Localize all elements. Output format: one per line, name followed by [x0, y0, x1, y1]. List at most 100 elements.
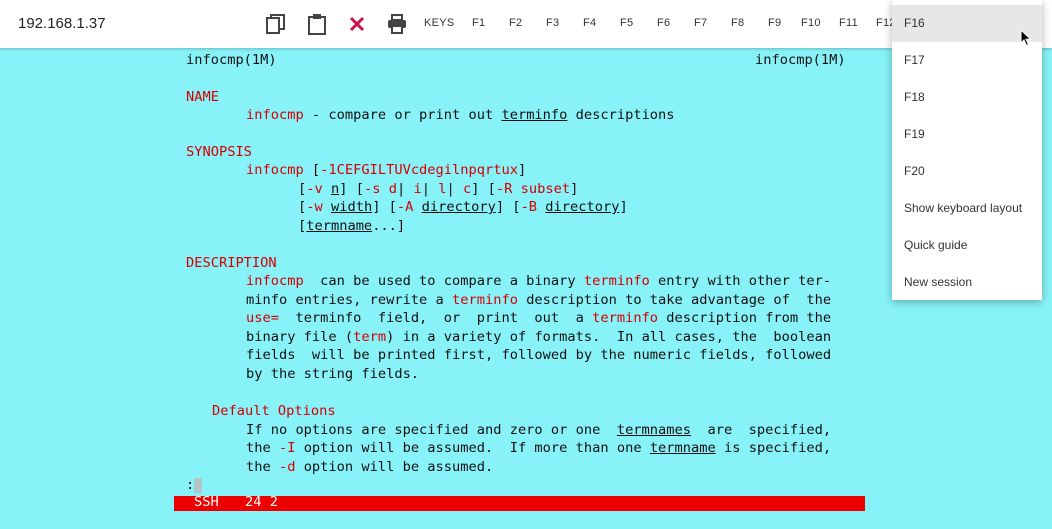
menu-item-f17[interactable]: F17: [892, 42, 1042, 79]
syn3-arg-width: width: [330, 199, 373, 215]
status-protocol: SSH: [194, 494, 219, 510]
f1-key[interactable]: F1: [472, 17, 485, 29]
desc-use: use=: [246, 310, 279, 326]
syn3-flag-A: -A: [396, 199, 414, 215]
opt-text: is specified,: [715, 440, 832, 456]
opt-termname: termname: [649, 440, 716, 456]
syn2-seg: [: [298, 181, 307, 197]
f7-key[interactable]: F7: [694, 17, 707, 29]
opt-text: are specified,: [691, 422, 832, 438]
f3-key[interactable]: F3: [546, 17, 559, 29]
menu-item-f20[interactable]: F20: [892, 153, 1042, 190]
description-heading: DESCRIPTION: [186, 255, 277, 271]
desc-command: infocmp: [246, 273, 304, 289]
desc-text: description to take advantage of the: [517, 292, 832, 308]
description-line-3: use= terminfo field, or print out a term…: [246, 309, 831, 327]
man-header-left: infocmp(1M): [186, 52, 277, 68]
name-text-end: descriptions: [567, 107, 675, 123]
syn1-options: -1CEFGILTUVcdegilnpqrtux: [320, 162, 518, 178]
syn2-flag-s: -s: [363, 181, 381, 197]
syn2-flag-v: -v: [306, 181, 323, 197]
description-line-4: binary file (term) in a variety of forma…: [246, 328, 831, 346]
syn1-close: ]: [517, 162, 527, 178]
synopsis-line-1: infocmp [-1CEFGILTUVcdegilnpqrtux]: [246, 161, 526, 179]
name-heading: NAME: [186, 89, 219, 105]
opt-text: If no options are specified and zero or …: [246, 422, 617, 438]
syn4-seg: ...]: [372, 218, 406, 234]
f2-key[interactable]: F2: [509, 17, 522, 29]
synopsis-line-2: [-v n] [-s d| i| l| c] [-R subset]: [298, 180, 578, 198]
menu-item-show-keyboard-layout[interactable]: Show keyboard layout: [892, 190, 1042, 227]
host-address: 192.168.1.37: [18, 15, 106, 32]
desc-text: ) in a variety of formats. In all cases,…: [386, 329, 832, 345]
mouse-pointer-icon: [1020, 29, 1032, 47]
print-icon[interactable]: [386, 13, 408, 35]
options-line-1: If no options are specified and zero or …: [246, 421, 831, 439]
opt-flag-d: -d: [278, 459, 296, 475]
menu-item-quick-guide[interactable]: Quick guide: [892, 227, 1042, 264]
description-line-6: by the string fields.: [246, 366, 420, 382]
prompt-colon: :: [186, 477, 195, 493]
syn2-opt-i: i: [413, 181, 422, 197]
syn3-flag-w: -w: [306, 199, 323, 215]
f11-key[interactable]: F11: [839, 17, 858, 29]
f8-key[interactable]: F8: [731, 17, 744, 29]
syn3-seg: ] [: [495, 199, 521, 215]
clipboard-icon[interactable]: [306, 13, 328, 35]
menu-item-f19[interactable]: F19: [892, 116, 1042, 153]
syn3-seg: ]: [619, 199, 628, 215]
status-dimensions: 24 2: [245, 494, 278, 510]
syn2-opt-c: c: [462, 181, 472, 197]
f5-key[interactable]: F5: [620, 17, 633, 29]
syn3-seg: [: [298, 199, 307, 215]
opt-text: the: [246, 440, 279, 456]
syn2-arg-subset: subset: [520, 181, 571, 197]
syn2-flag-R: -R: [495, 181, 513, 197]
menu-item-f18[interactable]: F18: [892, 79, 1042, 116]
options-line-2: the -I option will be assumed. If more t…: [246, 439, 831, 457]
syn2-arg-n: n: [330, 181, 340, 197]
name-text: - compare or print out: [303, 107, 502, 123]
desc-text: binary file (: [246, 329, 354, 345]
synopsis-command: infocmp: [246, 162, 304, 178]
syn2-pipe: |: [396, 181, 406, 197]
f10-key[interactable]: F10: [801, 17, 821, 29]
syn2-seg: ]: [570, 181, 579, 197]
synopsis-line-3: [-w width] [-A directory] [-B directory]: [298, 198, 628, 216]
syn1-open: [: [303, 162, 321, 178]
desc-text: description from the: [658, 310, 832, 326]
default-options-heading: Default Options: [212, 403, 336, 419]
f4-key[interactable]: F4: [583, 17, 596, 29]
desc-text: can be used to compare a binary: [303, 273, 584, 289]
terminal-screen[interactable]: infocmp(1M) infocmp(1M) NAME infocmp - c…: [186, 48, 866, 518]
menu-item-new-session[interactable]: New session: [892, 264, 1042, 301]
desc-text: minfo entries, rewrite a: [246, 292, 453, 308]
synopsis-line-4: [termname...]: [298, 217, 405, 235]
desc-terminfo: terminfo: [592, 310, 659, 326]
desc-text: entry with other ter-: [649, 273, 832, 289]
f9-key[interactable]: F9: [768, 17, 781, 29]
syn3-flag-B: -B: [520, 199, 538, 215]
desc-terminfo: terminfo: [583, 273, 650, 289]
syn2-pipe: |: [421, 181, 430, 197]
copy-icon[interactable]: [265, 13, 287, 35]
opt-termnames: termnames: [616, 422, 691, 438]
description-line-2: minfo entries, rewrite a terminfo descri…: [246, 291, 831, 309]
syn2-seg: ] [: [339, 181, 364, 197]
f6-key[interactable]: F6: [657, 17, 670, 29]
keys-button[interactable]: KEYS: [424, 17, 455, 29]
close-icon[interactable]: [346, 13, 368, 35]
syn4-seg: [: [298, 218, 307, 234]
opt-flag-I: -I: [278, 440, 296, 456]
syn3-arg-directory: directory: [545, 199, 620, 215]
text-cursor: [194, 477, 203, 493]
syn3-seg: ] [: [372, 199, 397, 215]
name-command: infocmp: [246, 107, 304, 123]
description-line-5: fields will be printed first, followed b…: [246, 347, 832, 363]
name-line: infocmp - compare or print out terminfo …: [246, 106, 675, 124]
syn4-arg-termname: termname: [306, 218, 373, 234]
options-line-3: the -d option will be assumed.: [246, 458, 493, 476]
pager-prompt[interactable]: :: [186, 476, 203, 494]
syn2-pipe: |: [446, 181, 455, 197]
synopsis-heading: SYNOPSIS: [186, 144, 252, 160]
